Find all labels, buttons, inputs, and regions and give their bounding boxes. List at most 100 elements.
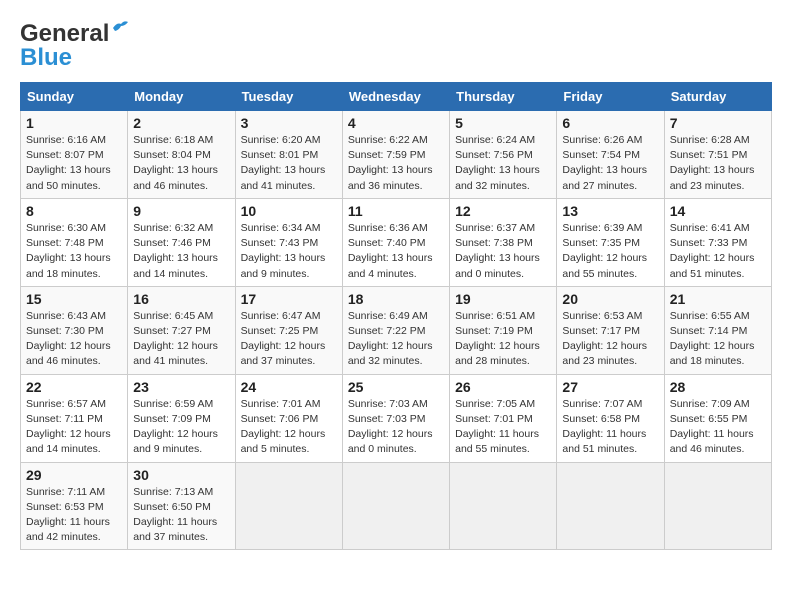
day-number: 16 xyxy=(133,291,229,307)
day-number: 27 xyxy=(562,379,658,395)
calendar-cell xyxy=(664,462,771,550)
calendar-table: SundayMondayTuesdayWednesdayThursdayFrid… xyxy=(20,82,772,550)
calendar-cell: 19 Sunrise: 6:51 AM Sunset: 7:19 PM Dayli… xyxy=(450,286,557,374)
day-info: Sunrise: 6:18 AM Sunset: 8:04 PM Dayligh… xyxy=(133,133,229,194)
header-wednesday: Wednesday xyxy=(342,83,449,111)
day-info: Sunrise: 6:34 AM Sunset: 7:43 PM Dayligh… xyxy=(241,221,337,282)
calendar-cell: 13 Sunrise: 6:39 AM Sunset: 7:35 PM Dayli… xyxy=(557,198,664,286)
calendar-cell: 2 Sunrise: 6:18 AM Sunset: 8:04 PM Daylig… xyxy=(128,111,235,199)
calendar-cell: 4 Sunrise: 6:22 AM Sunset: 7:59 PM Daylig… xyxy=(342,111,449,199)
day-number: 5 xyxy=(455,115,551,131)
day-number: 25 xyxy=(348,379,444,395)
day-info: Sunrise: 6:26 AM Sunset: 7:54 PM Dayligh… xyxy=(562,133,658,194)
day-info: Sunrise: 6:32 AM Sunset: 7:46 PM Dayligh… xyxy=(133,221,229,282)
day-number: 21 xyxy=(670,291,766,307)
calendar-cell: 15 Sunrise: 6:43 AM Sunset: 7:30 PM Dayli… xyxy=(21,286,128,374)
week-row-4: 22 Sunrise: 6:57 AM Sunset: 7:11 PM Dayli… xyxy=(21,374,772,462)
day-info: Sunrise: 6:20 AM Sunset: 8:01 PM Dayligh… xyxy=(241,133,337,194)
calendar-cell: 18 Sunrise: 6:49 AM Sunset: 7:22 PM Dayli… xyxy=(342,286,449,374)
calendar-cell xyxy=(342,462,449,550)
calendar-cell: 9 Sunrise: 6:32 AM Sunset: 7:46 PM Daylig… xyxy=(128,198,235,286)
calendar-cell xyxy=(235,462,342,550)
calendar-cell: 16 Sunrise: 6:45 AM Sunset: 7:27 PM Dayli… xyxy=(128,286,235,374)
day-number: 9 xyxy=(133,203,229,219)
day-number: 3 xyxy=(241,115,337,131)
day-info: Sunrise: 6:55 AM Sunset: 7:14 PM Dayligh… xyxy=(670,309,766,370)
calendar-cell: 22 Sunrise: 6:57 AM Sunset: 7:11 PM Dayli… xyxy=(21,374,128,462)
day-info: Sunrise: 6:22 AM Sunset: 7:59 PM Dayligh… xyxy=(348,133,444,194)
calendar-cell: 14Sunrise: 6:41 AM Sunset: 7:33 PM Dayli… xyxy=(664,198,771,286)
week-row-3: 15 Sunrise: 6:43 AM Sunset: 7:30 PM Dayli… xyxy=(21,286,772,374)
day-info: Sunrise: 6:28 AM Sunset: 7:51 PM Dayligh… xyxy=(670,133,766,194)
logo-bird-icon xyxy=(111,18,129,34)
day-number: 6 xyxy=(562,115,658,131)
day-number: 17 xyxy=(241,291,337,307)
day-number: 4 xyxy=(348,115,444,131)
day-number: 12 xyxy=(455,203,551,219)
day-info: Sunrise: 6:45 AM Sunset: 7:27 PM Dayligh… xyxy=(133,309,229,370)
day-number: 7 xyxy=(670,115,766,131)
header-friday: Friday xyxy=(557,83,664,111)
day-info: Sunrise: 6:36 AM Sunset: 7:40 PM Dayligh… xyxy=(348,221,444,282)
calendar-cell: 25 Sunrise: 7:03 AM Sunset: 7:03 PM Dayli… xyxy=(342,374,449,462)
header-thursday: Thursday xyxy=(450,83,557,111)
calendar-cell xyxy=(450,462,557,550)
header-tuesday: Tuesday xyxy=(235,83,342,111)
calendar-cell: 8 Sunrise: 6:30 AM Sunset: 7:48 PM Daylig… xyxy=(21,198,128,286)
calendar-cell: 12Sunrise: 6:37 AM Sunset: 7:38 PM Dayli… xyxy=(450,198,557,286)
header-saturday: Saturday xyxy=(664,83,771,111)
day-info: Sunrise: 6:24 AM Sunset: 7:56 PM Dayligh… xyxy=(455,133,551,194)
week-row-2: 8 Sunrise: 6:30 AM Sunset: 7:48 PM Daylig… xyxy=(21,198,772,286)
day-number: 18 xyxy=(348,291,444,307)
calendar-cell: 10 Sunrise: 6:34 AM Sunset: 7:43 PM Dayli… xyxy=(235,198,342,286)
header-sunday: Sunday xyxy=(21,83,128,111)
calendar-cell: 30 Sunrise: 7:13 AM Sunset: 6:50 PM Dayli… xyxy=(128,462,235,550)
day-number: 28 xyxy=(670,379,766,395)
calendar-cell: 3 Sunrise: 6:20 AM Sunset: 8:01 PM Daylig… xyxy=(235,111,342,199)
day-info: Sunrise: 7:09 AM Sunset: 6:55 PM Dayligh… xyxy=(670,397,766,458)
day-number: 10 xyxy=(241,203,337,219)
week-row-1: 1Sunrise: 6:16 AM Sunset: 8:07 PM Daylig… xyxy=(21,111,772,199)
day-number: 22 xyxy=(26,379,122,395)
day-info: Sunrise: 7:05 AM Sunset: 7:01 PM Dayligh… xyxy=(455,397,551,458)
logo-blue: Blue xyxy=(20,44,72,72)
calendar-cell: 17Sunrise: 6:47 AM Sunset: 7:25 PM Dayli… xyxy=(235,286,342,374)
day-info: Sunrise: 7:03 AM Sunset: 7:03 PM Dayligh… xyxy=(348,397,444,458)
day-number: 13 xyxy=(562,203,658,219)
day-info: Sunrise: 7:11 AM Sunset: 6:53 PM Dayligh… xyxy=(26,485,122,546)
calendar-cell xyxy=(557,462,664,550)
calendar-cell: 21 Sunrise: 6:55 AM Sunset: 7:14 PM Dayli… xyxy=(664,286,771,374)
day-number: 8 xyxy=(26,203,122,219)
day-number: 19 xyxy=(455,291,551,307)
page-header: General Blue xyxy=(20,20,772,72)
day-number: 20 xyxy=(562,291,658,307)
day-info: Sunrise: 6:49 AM Sunset: 7:22 PM Dayligh… xyxy=(348,309,444,370)
day-number: 29 xyxy=(26,467,122,483)
calendar-cell: 24 Sunrise: 7:01 AM Sunset: 7:06 PM Dayli… xyxy=(235,374,342,462)
calendar-cell: 7 Sunrise: 6:28 AM Sunset: 7:51 PM Daylig… xyxy=(664,111,771,199)
day-info: Sunrise: 6:39 AM Sunset: 7:35 PM Dayligh… xyxy=(562,221,658,282)
day-number: 15 xyxy=(26,291,122,307)
day-info: Sunrise: 7:13 AM Sunset: 6:50 PM Dayligh… xyxy=(133,485,229,546)
calendar-cell: 1Sunrise: 6:16 AM Sunset: 8:07 PM Daylig… xyxy=(21,111,128,199)
logo: General Blue xyxy=(20,20,109,72)
day-info: Sunrise: 6:43 AM Sunset: 7:30 PM Dayligh… xyxy=(26,309,122,370)
day-info: Sunrise: 6:57 AM Sunset: 7:11 PM Dayligh… xyxy=(26,397,122,458)
header-monday: Monday xyxy=(128,83,235,111)
calendar-cell: 20Sunrise: 6:53 AM Sunset: 7:17 PM Dayli… xyxy=(557,286,664,374)
day-info: Sunrise: 7:01 AM Sunset: 7:06 PM Dayligh… xyxy=(241,397,337,458)
day-number: 24 xyxy=(241,379,337,395)
calendar-header-row: SundayMondayTuesdayWednesdayThursdayFrid… xyxy=(21,83,772,111)
calendar-cell: 5 Sunrise: 6:24 AM Sunset: 7:56 PM Daylig… xyxy=(450,111,557,199)
day-info: Sunrise: 6:16 AM Sunset: 8:07 PM Dayligh… xyxy=(26,133,122,194)
calendar-cell: 23Sunrise: 6:59 AM Sunset: 7:09 PM Dayli… xyxy=(128,374,235,462)
day-number: 30 xyxy=(133,467,229,483)
calendar-cell: 27Sunrise: 7:07 AM Sunset: 6:58 PM Dayli… xyxy=(557,374,664,462)
day-info: Sunrise: 6:30 AM Sunset: 7:48 PM Dayligh… xyxy=(26,221,122,282)
day-number: 23 xyxy=(133,379,229,395)
day-number: 26 xyxy=(455,379,551,395)
calendar-cell: 29 Sunrise: 7:11 AM Sunset: 6:53 PM Dayli… xyxy=(21,462,128,550)
day-number: 2 xyxy=(133,115,229,131)
calendar-cell: 28 Sunrise: 7:09 AM Sunset: 6:55 PM Dayli… xyxy=(664,374,771,462)
day-info: Sunrise: 6:51 AM Sunset: 7:19 PM Dayligh… xyxy=(455,309,551,370)
